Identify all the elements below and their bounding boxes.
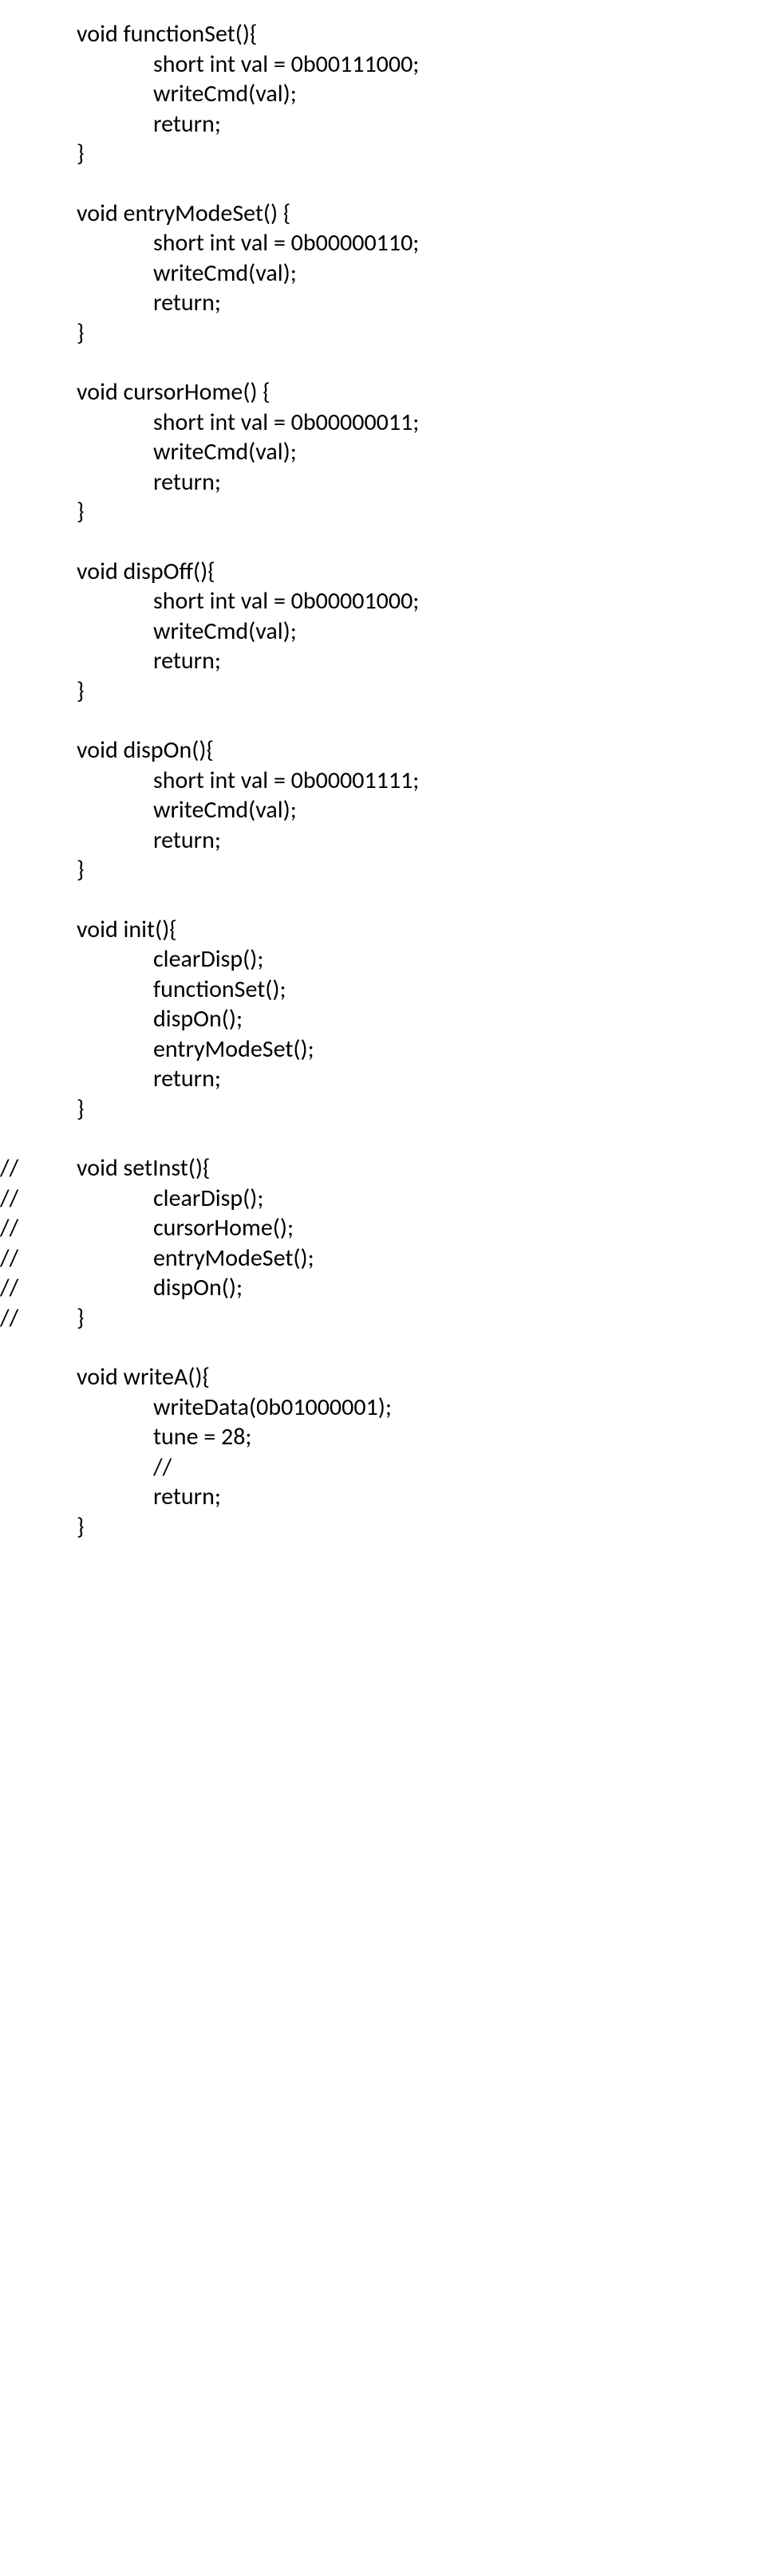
code-line: } (0, 318, 766, 349)
code-line: writeCmd(val); (0, 437, 766, 467)
comment-line: //clearDisp(); (0, 1184, 766, 1214)
code-line: } (0, 1512, 766, 1542)
code-text: } (0, 1303, 84, 1333)
code-line: short int val = 0b00111000; (0, 49, 766, 80)
code-line: return; (0, 646, 766, 676)
code-line: tune = 28; (0, 1422, 766, 1452)
code-line: short int val = 0b00001000; (0, 586, 766, 616)
code-line: } (0, 497, 766, 527)
blank-line (0, 1124, 766, 1153)
code-line: // (0, 1452, 766, 1483)
code-line: } (0, 139, 766, 169)
code-line: void init(){ (0, 915, 766, 945)
code-line: writeCmd(val); (0, 79, 766, 109)
blank-line (0, 527, 766, 557)
code-text: dispOn(); (0, 1273, 243, 1303)
code-text: cursorHome(); (0, 1213, 294, 1243)
comment-line: //} (0, 1303, 766, 1333)
code-line: return; (0, 825, 766, 856)
code-line: void dispOn(){ (0, 735, 766, 766)
code-line: } (0, 676, 766, 707)
code-line: void dispOff(){ (0, 557, 766, 587)
code-line: return; (0, 1482, 766, 1512)
code-text: void setInst(){ (0, 1153, 210, 1184)
code-text: entryModeSet(); (0, 1243, 314, 1274)
code-page: void functionSet(){short int val = 0b001… (0, 0, 766, 1574)
code-line: void writeA(){ (0, 1362, 766, 1392)
blank-line (0, 885, 766, 915)
code-line: void cursorHome() { (0, 377, 766, 408)
blank-line (0, 1333, 766, 1362)
comment-line: //void setInst(){ (0, 1153, 766, 1184)
comment-line: //entryModeSet(); (0, 1243, 766, 1274)
code-line: writeCmd(val); (0, 258, 766, 289)
code-line: } (0, 855, 766, 885)
code-text: clearDisp(); (0, 1184, 263, 1214)
blank-line (0, 169, 766, 199)
code-line: return; (0, 288, 766, 318)
code-line: writeCmd(val); (0, 795, 766, 825)
blank-line (0, 706, 766, 735)
code-line: void entryModeSet() { (0, 199, 766, 229)
code-line: return; (0, 467, 766, 498)
code-line: void functionSet(){ (0, 19, 766, 49)
code-line: short int val = 0b00000110; (0, 228, 766, 258)
code-line: short int val = 0b00001111; (0, 766, 766, 796)
comment-line: //dispOn(); (0, 1273, 766, 1303)
code-line: short int val = 0b00000011; (0, 408, 766, 438)
code-line: writeCmd(val); (0, 616, 766, 647)
code-line: entryModeSet(); (0, 1034, 766, 1065)
code-line: return; (0, 109, 766, 140)
comment-line: //cursorHome(); (0, 1213, 766, 1243)
code-line: dispOn(); (0, 1004, 766, 1034)
blank-line (0, 348, 766, 377)
code-line: } (0, 1094, 766, 1125)
code-line: functionSet(); (0, 975, 766, 1005)
code-line: return; (0, 1064, 766, 1094)
code-line: writeData(0b01000001); (0, 1392, 766, 1423)
code-line: clearDisp(); (0, 944, 766, 975)
